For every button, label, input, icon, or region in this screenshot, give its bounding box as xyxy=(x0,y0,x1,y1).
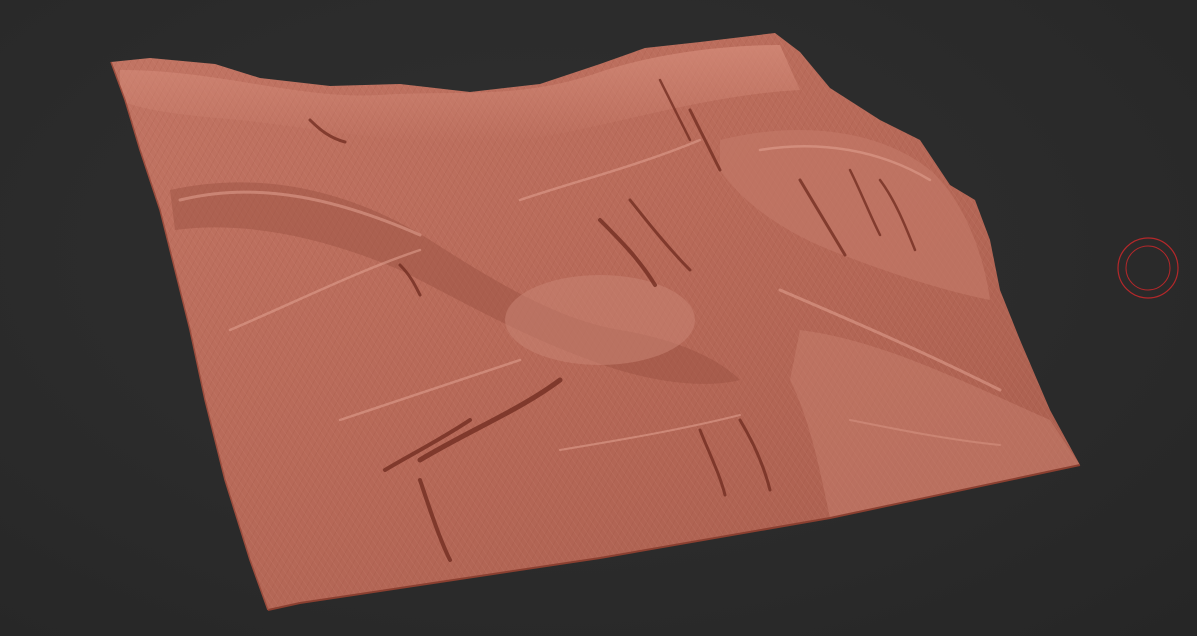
brush-circle-icon[interactable] xyxy=(1117,237,1179,299)
3d-viewport[interactable] xyxy=(0,0,1197,636)
terrain-mesh[interactable] xyxy=(0,0,1197,636)
